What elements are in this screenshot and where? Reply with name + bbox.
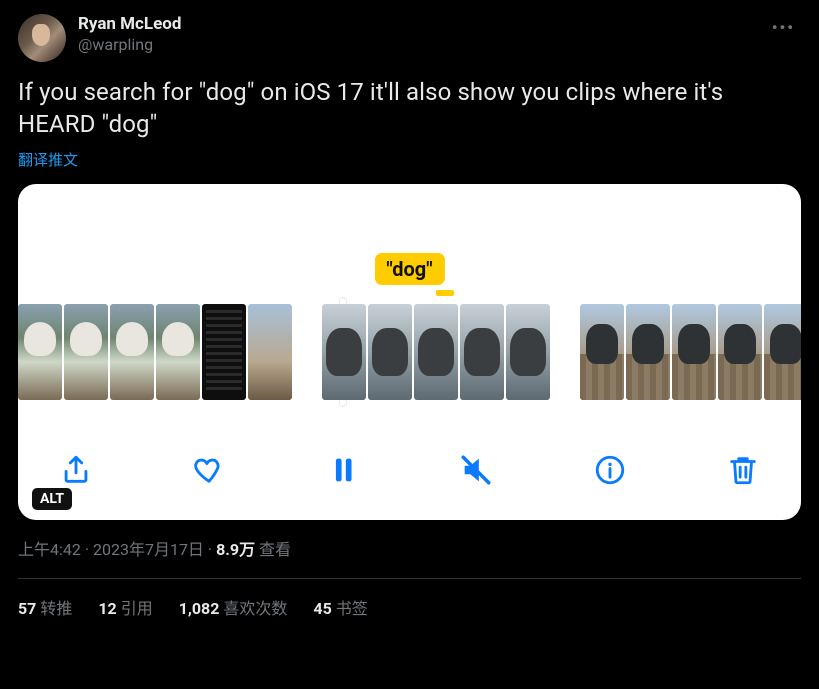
video-thumbnail xyxy=(202,304,246,400)
media-attachment[interactable]: "dog" xyxy=(18,184,801,520)
info-button[interactable] xyxy=(590,450,630,490)
video-thumbnail xyxy=(110,304,154,400)
video-thumbnail xyxy=(718,304,762,400)
views-count: 8.9万 xyxy=(216,540,255,559)
pause-button[interactable] xyxy=(323,450,363,490)
author-handle: @warpling xyxy=(78,35,181,55)
video-thumbnail xyxy=(764,304,801,400)
video-thumbnail xyxy=(322,304,366,400)
badge-pointer xyxy=(436,290,454,296)
video-thumbnail xyxy=(414,304,458,400)
video-thumbnail xyxy=(248,304,292,400)
alt-badge[interactable]: ALT xyxy=(32,488,72,510)
author-block[interactable]: Ryan McLeod @warpling xyxy=(78,14,181,55)
share-icon xyxy=(59,453,93,487)
bookmarks-stat[interactable]: 45书签 xyxy=(313,595,367,619)
likes-stat[interactable]: 1,082喜欢次数 xyxy=(179,595,288,619)
tweet-text: If you search for "dog" on iOS 17 it'll … xyxy=(18,76,801,141)
retweets-stat[interactable]: 57转推 xyxy=(18,595,72,619)
clip-group xyxy=(322,304,550,400)
pause-icon xyxy=(326,453,360,487)
avatar[interactable] xyxy=(18,14,66,62)
quotes-stat[interactable]: 12引用 xyxy=(98,595,152,619)
engagement-stats: 57转推 12引用 1,082喜欢次数 45书签 xyxy=(18,579,801,619)
trash-icon xyxy=(726,453,760,487)
video-thumbnail xyxy=(18,304,62,400)
heart-icon xyxy=(192,453,226,487)
video-thumbnail xyxy=(368,304,412,400)
clip-group xyxy=(580,304,801,400)
video-thumbnail xyxy=(580,304,624,400)
like-button[interactable] xyxy=(189,450,229,490)
video-scrubber-strip[interactable] xyxy=(18,304,801,400)
clip-group xyxy=(18,304,292,400)
search-term-badge: "dog" xyxy=(374,253,444,285)
video-thumbnail xyxy=(64,304,108,400)
tweet-time[interactable]: 上午4:42 xyxy=(18,540,81,559)
mute-button[interactable] xyxy=(456,450,496,490)
author-display-name: Ryan McLeod xyxy=(78,14,181,35)
video-thumbnail xyxy=(626,304,670,400)
tweet-header: Ryan McLeod @warpling ••• xyxy=(18,14,801,62)
views-label: 查看 xyxy=(259,540,291,559)
mute-icon xyxy=(459,453,493,487)
tweet-date[interactable]: 2023年7月17日 xyxy=(93,540,204,559)
info-icon xyxy=(593,453,627,487)
video-thumbnail xyxy=(672,304,716,400)
media-toolbar xyxy=(18,442,801,498)
translate-link[interactable]: 翻译推文 xyxy=(18,149,801,170)
tweet-container: Ryan McLeod @warpling ••• If you search … xyxy=(0,0,819,619)
video-thumbnail xyxy=(460,304,504,400)
video-thumbnail xyxy=(506,304,550,400)
video-thumbnail xyxy=(156,304,200,400)
delete-button[interactable] xyxy=(723,450,763,490)
more-menu-button[interactable]: ••• xyxy=(766,14,801,41)
share-button[interactable] xyxy=(56,450,96,490)
tweet-meta: 上午4:42 · 2023年7月17日 · 8.9万 查看 xyxy=(18,536,801,560)
